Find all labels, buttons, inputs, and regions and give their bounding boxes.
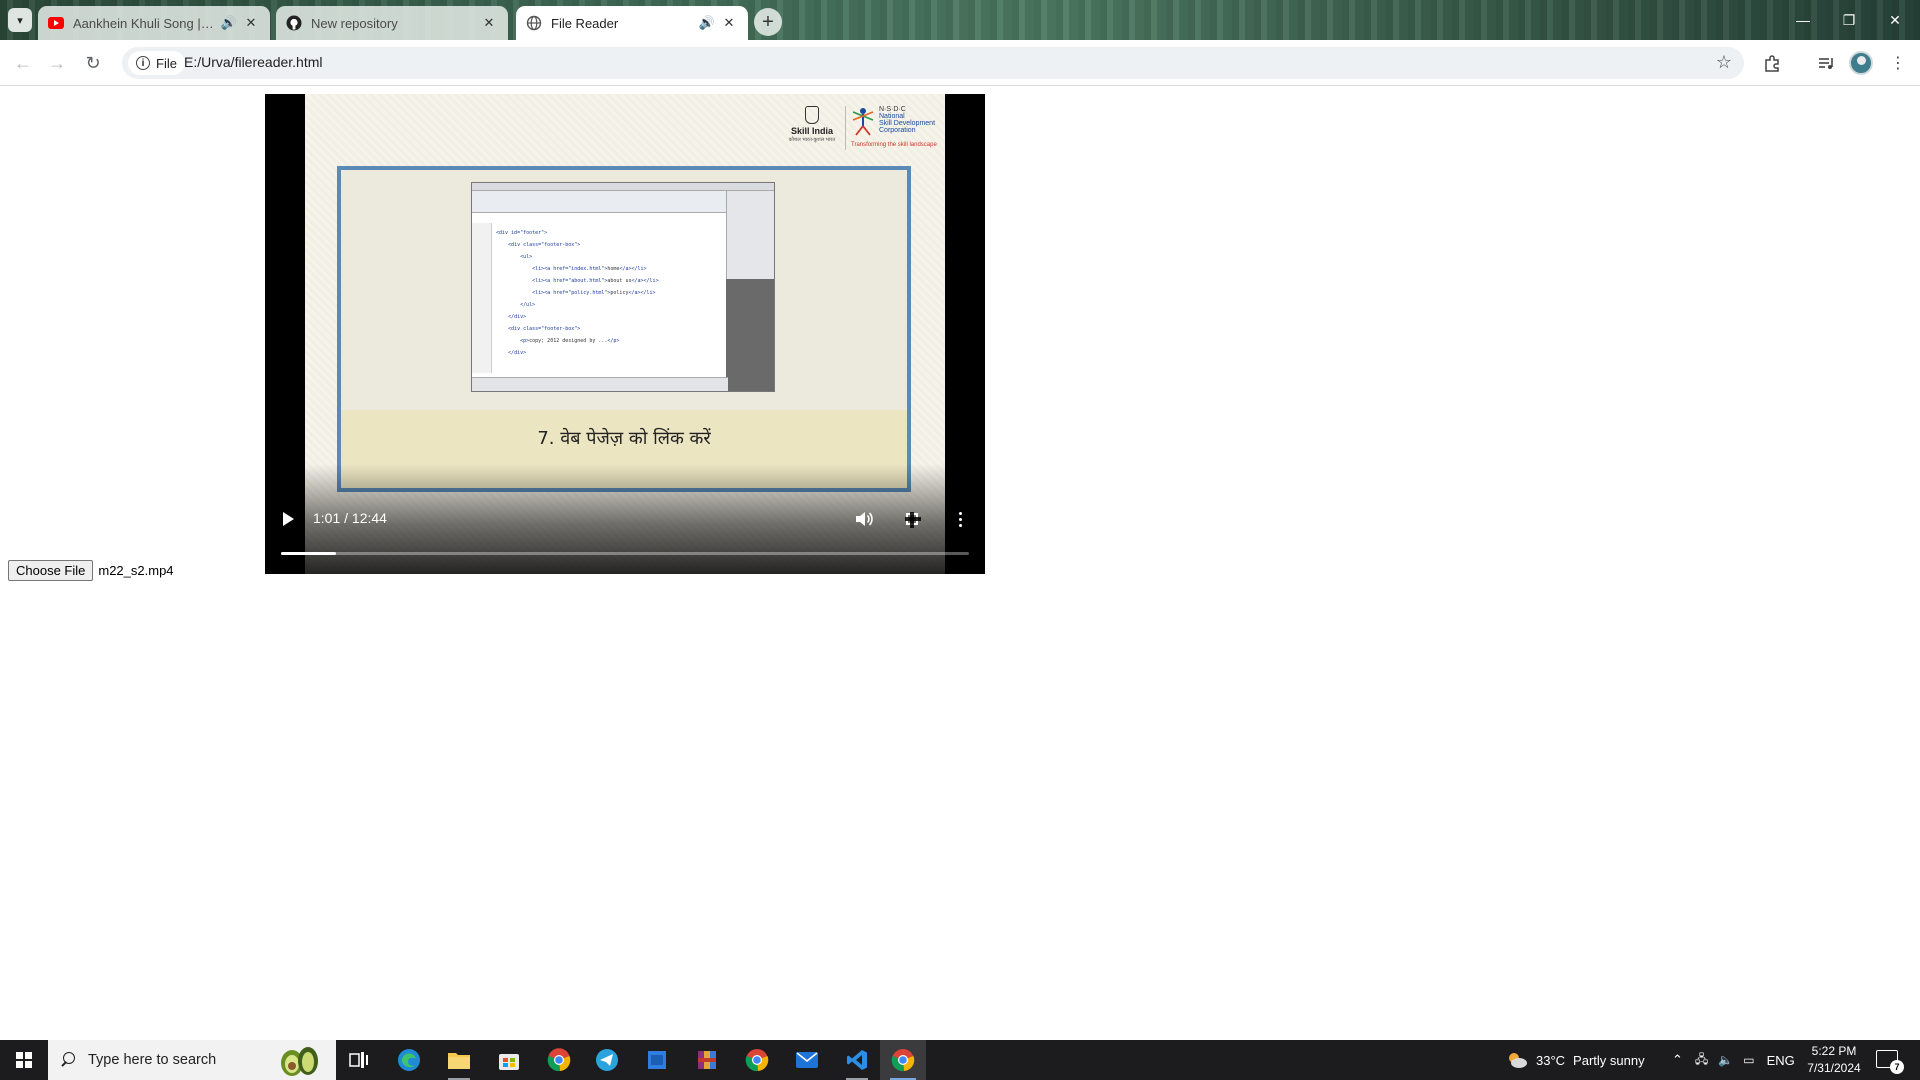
search-icon	[60, 1052, 76, 1068]
video-timeline[interactable]	[281, 552, 969, 555]
youtube-icon	[48, 15, 64, 31]
skill-india-logo: Skill India कौशल भारत-कुशल भारत	[786, 106, 838, 152]
browser-toolbar: ← → ↻ i File E:/Urva/filereader.html ☆ ⋮	[0, 40, 1920, 86]
nsdc-figure-icon	[852, 108, 874, 136]
tab-title: File Reader	[551, 15, 619, 31]
tab-title: New repository	[311, 15, 398, 31]
mail-icon[interactable]	[784, 1040, 830, 1080]
extensions-icon[interactable]	[1758, 49, 1786, 77]
address-bar[interactable]: i File E:/Urva/filereader.html ☆	[122, 47, 1744, 79]
store-icon[interactable]	[486, 1040, 532, 1080]
file-input[interactable]: Choose File m22_s2.mp4	[8, 560, 174, 581]
github-icon	[286, 15, 302, 31]
windows-start-icon[interactable]	[0, 1040, 48, 1080]
reload-icon[interactable]: ↻	[78, 48, 108, 78]
winrar-icon[interactable]	[684, 1040, 730, 1080]
fullscreen-icon[interactable]	[901, 508, 923, 530]
file-explorer-icon[interactable]	[436, 1040, 482, 1080]
bookmark-star-icon[interactable]: ☆	[1716, 52, 1732, 73]
tab-github[interactable]: New repository ✕	[276, 6, 508, 40]
slide-caption: 7. वेब पेजेज़ को लिंक करें	[537, 428, 711, 449]
tab-search-button[interactable]: ▾	[8, 8, 32, 32]
weather-partly-sunny-icon	[1509, 1053, 1527, 1068]
edge-icon[interactable]	[386, 1040, 432, 1080]
more-options-icon[interactable]	[949, 508, 971, 530]
globe-icon	[526, 15, 542, 31]
taskbar-search[interactable]: Type here to search	[48, 1040, 336, 1080]
back-icon[interactable]: ←	[8, 48, 38, 78]
emblem-icon	[805, 106, 819, 124]
timeline-progress	[281, 552, 337, 555]
video-player[interactable]: Skill India कौशल भारत-कुशल भारत N·S·D·C …	[265, 94, 985, 574]
avocado-decoration-icon	[281, 1047, 318, 1076]
notification-count: 7	[1890, 1060, 1904, 1074]
video-time-display: 1:01 / 12:44	[313, 510, 387, 526]
network-icon[interactable]: 🖧	[1695, 1050, 1708, 1071]
tab-close-icon[interactable]: ✕	[720, 14, 738, 32]
selected-file-name: m22_s2.mp4	[98, 563, 174, 578]
vscode-icon[interactable]	[834, 1040, 880, 1080]
play-icon[interactable]	[277, 508, 299, 530]
tab-strip: ▾ Aankhein Khuli Song | Mohabbatein 🔊 ✕ …	[0, 0, 1920, 40]
tab-audio-icon[interactable]: 🔊	[220, 14, 238, 32]
info-icon: i	[136, 56, 150, 70]
tab-audio-icon[interactable]: 🔊	[698, 14, 716, 32]
weather-temp: 33°C	[1536, 1052, 1566, 1068]
show-hidden-icons-icon[interactable]: ⌃	[1672, 1052, 1683, 1068]
language-indicator[interactable]: ENG	[1767, 1053, 1795, 1068]
weather-text: Partly sunny	[1573, 1052, 1645, 1068]
weather-widget[interactable]: 33°C Partly sunny	[1506, 1040, 1645, 1080]
task-view-icon[interactable]	[336, 1040, 382, 1080]
forward-icon[interactable]: →	[42, 48, 72, 78]
minimize-icon[interactable]: —	[1780, 8, 1826, 32]
code-lines: <div id="footer"> <div class="footer-box…	[496, 230, 659, 356]
chrome-profile-icon[interactable]	[536, 1040, 582, 1080]
code-editor-screenshot: <div id="footer"> <div class="footer-box…	[471, 182, 775, 392]
restore-icon[interactable]: ❐	[1826, 8, 1872, 32]
tab-title: Aankhein Khuli Song | Mohabbatein	[73, 15, 216, 31]
slide-frame: <div id="footer"> <div class="footer-box…	[337, 166, 911, 492]
volume-icon[interactable]	[853, 508, 875, 530]
site-info-label: File	[156, 55, 177, 71]
windows-taskbar: Type here to search 33°C Partly sunny ⌃ …	[0, 1040, 1920, 1080]
chrome-icon[interactable]	[734, 1040, 780, 1080]
url-text[interactable]: E:/Urva/filereader.html	[184, 54, 323, 70]
notification-icon[interactable]: 7	[1876, 1050, 1904, 1074]
chrome-active-icon[interactable]	[880, 1040, 926, 1080]
tab-file-reader[interactable]: File Reader 🔊 ✕	[516, 6, 748, 40]
profile-avatar[interactable]	[1849, 51, 1873, 75]
notepad-icon[interactable]	[634, 1040, 680, 1080]
site-info-chip[interactable]: i File	[128, 51, 185, 75]
choose-file-button[interactable]: Choose File	[8, 560, 94, 581]
tab-youtube[interactable]: Aankhein Khuli Song | Mohabbatein 🔊 ✕	[38, 6, 270, 40]
tab-close-icon[interactable]: ✕	[242, 14, 260, 32]
media-controls-icon[interactable]	[1812, 49, 1840, 77]
battery-icon[interactable]: ▭	[1743, 1053, 1754, 1067]
tab-close-icon[interactable]: ✕	[480, 14, 498, 32]
telegram-icon[interactable]	[584, 1040, 630, 1080]
close-window-icon[interactable]: ✕	[1872, 8, 1918, 32]
tray-icons: ⌃ 🖧 🔈 ▭ ENG	[1672, 1040, 1795, 1080]
browser-menu-icon[interactable]: ⋮	[1884, 49, 1912, 77]
search-placeholder: Type here to search	[88, 1052, 217, 1068]
speaker-icon[interactable]: 🔈	[1718, 1053, 1733, 1067]
new-tab-button[interactable]: +	[754, 8, 782, 36]
taskbar-clock[interactable]: 5:22 PM 7/31/2024	[1798, 1043, 1870, 1077]
nsdc-logo: N·S·D·C National Skill Development Corpo…	[851, 106, 937, 148]
